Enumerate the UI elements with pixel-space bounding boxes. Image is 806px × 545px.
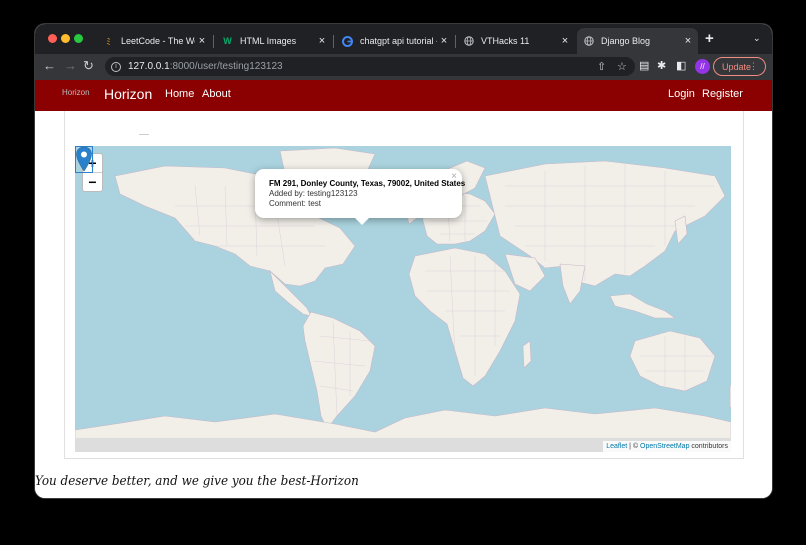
window-minimize-button[interactable] xyxy=(61,34,70,43)
tab-strip: ﾐ LeetCode - The World's × W HTML Images… xyxy=(35,24,772,54)
close-icon[interactable]: × xyxy=(558,35,572,47)
close-icon[interactable]: × xyxy=(681,35,695,47)
extensions-icon[interactable]: ✱ xyxy=(657,59,666,72)
close-icon[interactable]: × xyxy=(437,35,451,47)
star-icon[interactable]: ☆ xyxy=(617,60,627,73)
new-tab-button[interactable]: + xyxy=(705,30,714,47)
logo-image[interactable]: Horizon xyxy=(62,88,90,97)
attribution-suffix: contributors xyxy=(689,443,728,450)
info-icon[interactable]: i xyxy=(111,61,121,72)
map-attribution: Leaflet | © OpenStreetMap contributors xyxy=(603,441,731,452)
window-maximize-button[interactable] xyxy=(74,34,83,43)
url-host: 127.0.0.1 xyxy=(128,61,170,72)
tab-html-images[interactable]: W HTML Images × xyxy=(216,28,332,54)
address-bar[interactable]: i 127.0.0.1:8000/user/testing123123 ⇧ ☆ xyxy=(105,57,635,76)
tab-title: HTML Images xyxy=(240,36,297,46)
close-icon[interactable]: × xyxy=(195,35,209,47)
popup-added-by: Added by: testing123123 xyxy=(269,189,358,198)
divider xyxy=(139,134,149,135)
nav-register-link[interactable]: Register xyxy=(702,88,743,100)
leaflet-link[interactable]: Leaflet xyxy=(606,443,627,450)
tab-title: Django Blog xyxy=(601,36,651,46)
tab-chatgpt-tutorial[interactable]: chatgpt api tutorial - Goo × xyxy=(336,28,454,54)
update-button[interactable]: Update ⋮ xyxy=(713,57,766,76)
tab-django-blog[interactable]: Django Blog × xyxy=(577,28,698,54)
browser-toolbar: ← → ↻ i 127.0.0.1:8000/user/testing12312… xyxy=(35,54,772,80)
w3schools-icon: W xyxy=(223,36,232,46)
forward-icon[interactable]: → xyxy=(64,59,77,73)
more-icon[interactable]: ⋮ xyxy=(749,61,758,72)
globe-icon xyxy=(463,36,474,47)
chevron-down-icon[interactable]: ⌄ xyxy=(753,33,761,44)
map-marker-icon[interactable] xyxy=(75,146,93,173)
attribution-separator: | © xyxy=(627,443,641,450)
back-icon[interactable]: ← xyxy=(43,59,56,73)
share-icon[interactable]: ⇧ xyxy=(597,60,606,73)
map-popup: FM 291, Donley County, Texas, 79002, Uni… xyxy=(255,169,466,218)
brand-link[interactable]: Horizon xyxy=(104,86,152,102)
update-label: Update xyxy=(722,61,752,72)
reading-list-icon[interactable]: ▤ xyxy=(639,59,649,72)
window-close-button[interactable] xyxy=(48,34,57,43)
google-icon xyxy=(342,35,353,47)
nav-home-link[interactable]: Home xyxy=(165,88,194,100)
extension-icon[interactable]: // xyxy=(695,59,710,74)
nav-login-link[interactable]: Login xyxy=(668,88,695,100)
zoom-out-button[interactable]: − xyxy=(83,173,102,191)
tab-vthacks[interactable]: VTHacks 11 × xyxy=(457,28,575,54)
site-navbar: Horizon Horizon Home About Login Registe… xyxy=(35,80,772,111)
osm-link[interactable]: OpenStreetMap xyxy=(640,443,689,450)
side-panel-icon[interactable]: ◧ xyxy=(676,59,686,72)
url-path: :8000/user/testing123123 xyxy=(169,61,283,72)
world-map[interactable]: + − FM 291, Donley County, Texas, 79002,… xyxy=(75,146,731,452)
reload-icon[interactable]: ↻ xyxy=(83,59,94,73)
close-icon[interactable]: × xyxy=(315,35,329,47)
nav-about-link[interactable]: About xyxy=(202,88,231,100)
popup-comment: Comment: test xyxy=(269,199,322,208)
leetcode-icon: ﾐ xyxy=(106,36,111,47)
tab-title: VTHacks 11 xyxy=(481,36,530,46)
tab-title: chatgpt api tutorial - Goo xyxy=(360,36,437,46)
popup-address: FM 291, Donley County, Texas, 79002, Uni… xyxy=(269,179,466,188)
popup-close-icon[interactable]: × xyxy=(451,171,457,182)
popup-tip xyxy=(355,218,369,225)
globe-icon xyxy=(583,36,594,47)
tab-title: LeetCode - The World's xyxy=(121,36,195,46)
footer-tagline: You deserve better, and we give you the … xyxy=(35,474,359,489)
tab-leetcode[interactable]: ﾐ LeetCode - The World's × xyxy=(97,28,212,54)
